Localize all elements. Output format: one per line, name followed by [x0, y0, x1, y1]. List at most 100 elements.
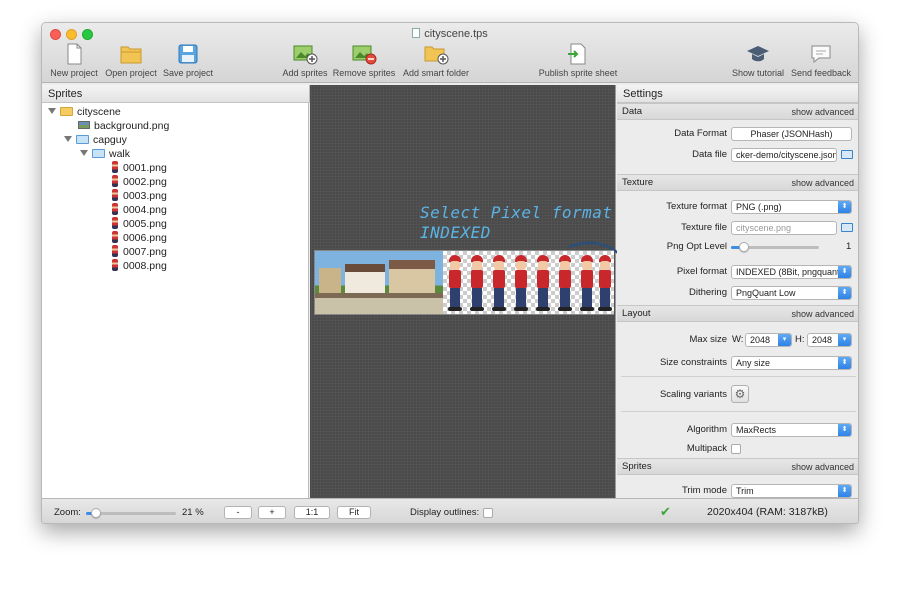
divider — [621, 411, 856, 412]
tree-item-background[interactable]: background.png — [78, 119, 169, 133]
disclosure-triangle-icon[interactable] — [80, 150, 88, 156]
algorithm-select[interactable]: MaxRects ⬍ — [731, 423, 852, 437]
new-project-button[interactable]: New project — [48, 43, 100, 83]
settings-panel: Data show advanced Data Format Phaser (J… — [617, 103, 858, 498]
zoom-actual-size-button[interactable]: 1:1 — [294, 506, 330, 519]
tree-item-sprite[interactable]: 0005.png — [112, 217, 167, 231]
show-advanced-link[interactable]: show advanced — [791, 104, 854, 120]
texture-file-label: Texture file — [681, 222, 727, 233]
app-window: cityscene.tps New project Open project S… — [41, 22, 859, 524]
multipack-checkbox[interactable] — [731, 444, 741, 454]
save-disk-icon — [178, 44, 198, 64]
show-advanced-link[interactable]: show advanced — [791, 459, 854, 475]
tree-item-walk[interactable]: walk — [80, 147, 130, 161]
zoom-out-button[interactable]: - — [224, 506, 252, 519]
disclosure-triangle-icon[interactable] — [64, 136, 72, 142]
document-icon — [412, 28, 421, 38]
sprite-thumbnail-icon — [112, 175, 118, 187]
image-file-icon — [78, 121, 90, 129]
display-outlines-checkbox[interactable] — [483, 508, 493, 518]
checkmark-icon: ✔ — [660, 504, 671, 519]
send-feedback-button[interactable]: Send feedback — [788, 43, 854, 83]
tree-item-cityscene[interactable]: cityscene — [48, 105, 121, 119]
tree-item-sprite[interactable]: 0002.png — [112, 175, 167, 189]
open-folder-icon[interactable] — [841, 223, 853, 232]
tree-item-sprite[interactable]: 0003.png — [112, 189, 167, 203]
add-sprites-button[interactable]: Add sprites — [280, 43, 330, 83]
remove-sprites-button[interactable]: Remove sprites — [332, 43, 396, 83]
data-file-input[interactable]: cker-demo/cityscene.json — [731, 148, 837, 162]
gear-icon: ⚙ — [734, 387, 746, 401]
sprite-frame — [491, 255, 507, 311]
sprite-thumbnail-icon — [112, 231, 118, 243]
open-project-button[interactable]: Open project — [102, 43, 160, 83]
scaling-variants-label: Scaling variants — [659, 389, 727, 400]
show-advanced-link[interactable]: show advanced — [791, 306, 854, 322]
size-constraints-label: Size constraints — [659, 357, 727, 368]
zoom-label: Zoom: — [54, 507, 81, 518]
chevron-updown-icon: ⬍ — [838, 287, 851, 299]
trim-mode-select[interactable]: Trim ⬍ — [731, 484, 852, 498]
data-format-label: Data Format — [674, 128, 727, 139]
sprite-frame — [513, 255, 529, 311]
dithering-label: Dithering — [688, 287, 727, 298]
zoom-value: 21 % — [182, 507, 204, 518]
max-width-select[interactable]: 2048 ▾ — [745, 333, 792, 347]
texture-format-label: Texture format — [666, 201, 727, 212]
folder-icon — [60, 107, 73, 116]
slider-knob[interactable] — [739, 242, 749, 252]
title-bar: cityscene.tps New project Open project S… — [42, 23, 858, 83]
window-title: cityscene.tps — [42, 28, 858, 40]
pixel-format-select[interactable]: INDEXED (8Bit, pngquant ⬍ — [731, 265, 852, 279]
tree-item-capguy[interactable]: capguy — [64, 133, 127, 147]
background-image — [315, 251, 443, 314]
add-smart-folder-button[interactable]: Add smart folder — [400, 43, 472, 83]
tree-item-sprite[interactable]: 0007.png — [112, 245, 167, 259]
settings-panel-header: Settings — [617, 85, 858, 103]
open-folder-icon[interactable] — [841, 150, 853, 159]
publish-sprite-sheet-button[interactable]: Publish sprite sheet — [534, 43, 622, 83]
size-constraints-select[interactable]: Any size ⬍ — [731, 356, 852, 370]
disclosure-triangle-icon[interactable] — [48, 108, 56, 114]
sprite-frame — [535, 255, 551, 311]
open-folder-icon — [120, 46, 142, 64]
add-image-icon — [293, 45, 318, 65]
texture-format-select[interactable]: PNG (.png) ⬍ — [731, 200, 852, 214]
sprite-thumbnail-icon — [112, 259, 118, 271]
publish-icon — [568, 43, 586, 65]
chevron-updown-icon: ⬍ — [838, 424, 851, 436]
section-sprites-header: Sprites show advanced — [617, 458, 858, 475]
zoom-in-button[interactable]: + — [258, 506, 286, 519]
png-opt-level-slider[interactable] — [731, 242, 819, 252]
height-label: H: — [795, 334, 805, 345]
data-format-select[interactable]: Phaser (JSONHash) — [731, 127, 852, 141]
chevron-updown-icon: ⬍ — [838, 357, 851, 369]
texture-file-input[interactable]: cityscene.png — [731, 221, 837, 235]
show-tutorial-button[interactable]: Show tutorial — [730, 43, 786, 83]
tree-item-sprite[interactable]: 0006.png — [112, 231, 167, 245]
slider-knob[interactable] — [91, 508, 101, 518]
show-advanced-link[interactable]: show advanced — [791, 175, 854, 191]
sprite-sheet-preview[interactable]: Select Pixel format INDEXED — [310, 85, 640, 498]
section-data-header: Data show advanced — [617, 103, 858, 120]
zoom-fit-button[interactable]: Fit — [337, 506, 371, 519]
sprite-thumbnail-icon — [112, 203, 118, 215]
sprite-frame — [557, 255, 573, 311]
divider — [621, 376, 856, 377]
scaling-variants-button[interactable]: ⚙ — [731, 385, 749, 403]
smart-folder-icon — [92, 149, 105, 158]
chevron-down-icon: ▾ — [778, 334, 791, 346]
chevron-down-icon: ▾ — [838, 334, 851, 346]
sprite-thumbnail-icon — [112, 161, 118, 173]
tree-item-sprite[interactable]: 0008.png — [112, 259, 167, 273]
max-height-select[interactable]: 2048 ▾ — [807, 333, 852, 347]
tree-item-sprite[interactable]: 0004.png — [112, 203, 167, 217]
save-project-button[interactable]: Save project — [162, 43, 214, 83]
display-outlines-label: Display outlines: — [410, 507, 480, 518]
max-size-label: Max size — [689, 334, 727, 345]
zoom-slider[interactable] — [86, 508, 176, 518]
sprite-thumbnail-icon — [112, 189, 118, 201]
pixel-format-label: Pixel format — [676, 266, 727, 277]
tree-item-sprite[interactable]: 0001.png — [112, 161, 167, 175]
dithering-select[interactable]: PngQuant Low ⬍ — [731, 286, 852, 300]
